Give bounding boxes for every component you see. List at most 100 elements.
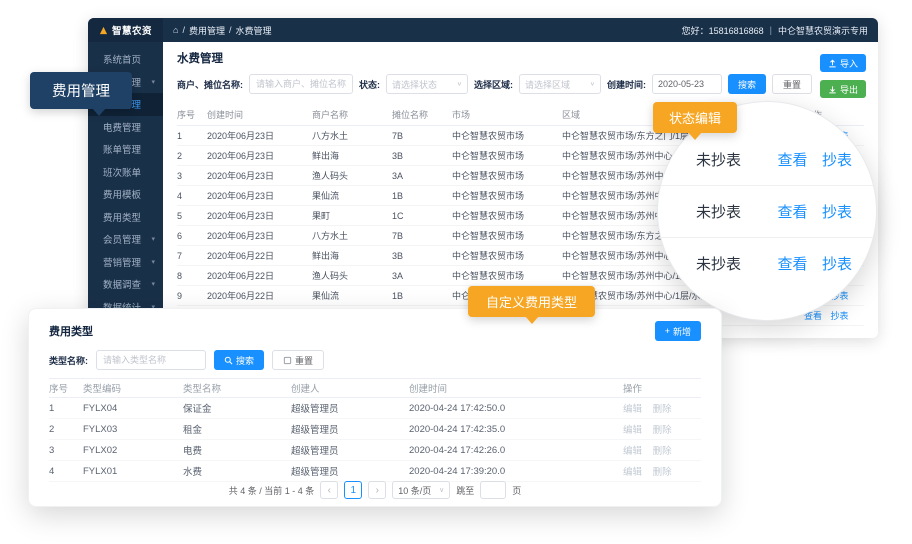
next-page-button[interactable]: › [368,481,386,499]
home-icon[interactable]: ⌂ [173,25,178,35]
chevron-down-icon: ▾ [151,280,163,288]
type-name: 租金 [183,422,291,436]
type-name-label: 类型名称: [49,354,88,367]
col-header: 创建人 [291,381,409,395]
breadcrumb-item-fee[interactable]: 费用管理 [189,24,225,37]
delete-link[interactable]: 删除 [653,446,672,457]
edit-link[interactable]: 编辑 [623,446,642,457]
reset-button[interactable]: 重置 [772,74,812,94]
callout-fee-management: 费用管理 [30,72,132,109]
tenant-text: 中仑智慧农贸演示专用 [778,24,868,37]
jump-page-input[interactable] [480,481,506,499]
created-date: 2020年06月23日 [207,229,312,242]
merchant-name: 果町 [312,209,392,222]
created-date: 2020年06月23日 [207,129,312,142]
type-name-input[interactable] [96,350,206,370]
page: 智慧农资 ⌂ / 费用管理 / 水费管理 您好：15816816868 | 中仑… [0,0,912,544]
view-link[interactable]: 查看 [778,256,808,273]
page-size-select[interactable]: 10 条/页 ∨ [392,481,450,499]
search-button[interactable]: 搜索 [728,74,766,94]
sidebar-item[interactable]: 费用类型 ▾ [88,206,163,229]
stall-name: 3B [392,151,452,161]
page-title: 水费管理 [177,50,223,66]
row-index: 8 [177,271,207,281]
edit-link[interactable]: 编辑 [623,425,642,436]
delete-link[interactable]: 删除 [653,467,672,478]
delete-link[interactable]: 删除 [653,404,672,415]
import-export-group: 导入 导出 [820,54,866,98]
chevron-down-icon: ▾ [151,78,163,86]
created-date: 2020年06月23日 [207,189,312,202]
row-index: 3 [177,171,207,181]
row-actions: 查看 抄表 [768,253,852,274]
meter-link[interactable]: 抄表 [822,152,852,169]
date-range-input[interactable]: 2020-05-23 [652,74,722,94]
date-filter-label: 创建时间: [607,78,646,91]
col-header: 类型编码 [83,381,183,395]
col-header: 类型名称 [183,381,291,395]
sidebar-item[interactable]: 系统首页 ▾ [88,48,163,71]
sidebar-item[interactable]: 数据调查 ▾ [88,273,163,296]
merchant-name: 渔人码头 [312,269,392,282]
meter-link[interactable]: 抄表 [822,204,852,221]
sidebar-item[interactable]: 班次账单 ▾ [88,161,163,184]
status-select[interactable]: 请选择状态 ∨ [386,74,468,94]
created-time: 2020-04-24 17:42:50.0 [409,403,623,414]
panel-search-button[interactable]: 搜索 [214,350,264,370]
view-link[interactable]: 查看 [778,204,808,221]
export-button[interactable]: 导出 [820,80,866,98]
panel-filter-bar: 类型名称: 搜索 重置 [29,343,721,378]
stall-name: 1B [392,291,452,301]
type-code: FYLX02 [83,445,183,456]
type-name: 水费 [183,464,291,478]
stall-name: 7B [392,231,452,241]
sidebar-item-label: 营销管理 [103,255,141,269]
callout-status-edit: 状态编辑 [653,102,737,133]
sidebar-item[interactable]: 电费管理 ▾ [88,116,163,139]
row-index: 2 [49,424,83,435]
meter-link[interactable]: 抄表 [831,311,849,321]
view-link[interactable]: 查看 [778,152,808,169]
merchant-stall-input[interactable] [249,74,353,94]
status-text: 未抄表 [696,149,741,170]
sidebar-item[interactable]: 费用模板 ▾ [88,183,163,206]
edit-link[interactable]: 编辑 [623,467,642,478]
magnified-row: 未抄表 查看 抄表 [658,133,876,185]
creator-name: 超级管理员 [291,401,409,415]
col-header: 商户名称 [312,108,392,121]
logo-icon [99,26,108,35]
breadcrumb-item-water[interactable]: 水费管理 [235,24,271,37]
add-button[interactable]: + 新增 [655,321,701,341]
reset-icon [283,356,292,365]
col-header: 创建时间 [207,108,312,121]
stall-name: 7B [392,131,452,141]
row-index: 2 [177,151,207,161]
current-page-button[interactable]: 1 [344,481,362,499]
sidebar-item[interactable]: 账单管理 ▾ [88,138,163,161]
panel-reset-button[interactable]: 重置 [272,350,324,370]
sidebar-item-label: 账单管理 [103,142,141,156]
table-row: 2 FYLX03 租金 超级管理员 2020-04-24 17:42:35.0 … [49,419,701,440]
type-code: FYLX03 [83,424,183,435]
row-index: 5 [177,211,207,221]
created-time: 2020-04-24 17:42:35.0 [409,424,623,435]
type-code: FYLX01 [83,466,183,477]
edit-link[interactable]: 编辑 [623,404,642,415]
breadcrumb-separator: / [229,25,232,35]
market-name: 中仑智慧农贸市场 [452,249,562,262]
row-actions: 查看 抄表 [768,201,852,222]
merchant-name: 渔人码头 [312,169,392,182]
status-text: 未抄表 [696,201,741,222]
table-row: 1 FYLX04 保证金 超级管理员 2020-04-24 17:42:50.0… [49,398,701,419]
merchant-name: 八方水土 [312,129,392,142]
sidebar-item[interactable]: 会员管理 ▾ [88,228,163,251]
sidebar-item-label: 电费管理 [103,120,141,134]
prev-page-button[interactable]: ‹ [320,481,338,499]
meter-link[interactable]: 抄表 [822,256,852,273]
area-select[interactable]: 请选择区域 ∨ [519,74,601,94]
import-button[interactable]: 导入 [820,54,866,72]
sidebar-item[interactable]: 营销管理 ▾ [88,251,163,274]
fee-type-table: 序号 类型编码 类型名称 创建人 创建时间 操作 1 FYLX04 保证金 超级… [49,378,701,482]
delete-link[interactable]: 删除 [653,425,672,436]
row-actions: 编辑 删除 [623,464,703,478]
